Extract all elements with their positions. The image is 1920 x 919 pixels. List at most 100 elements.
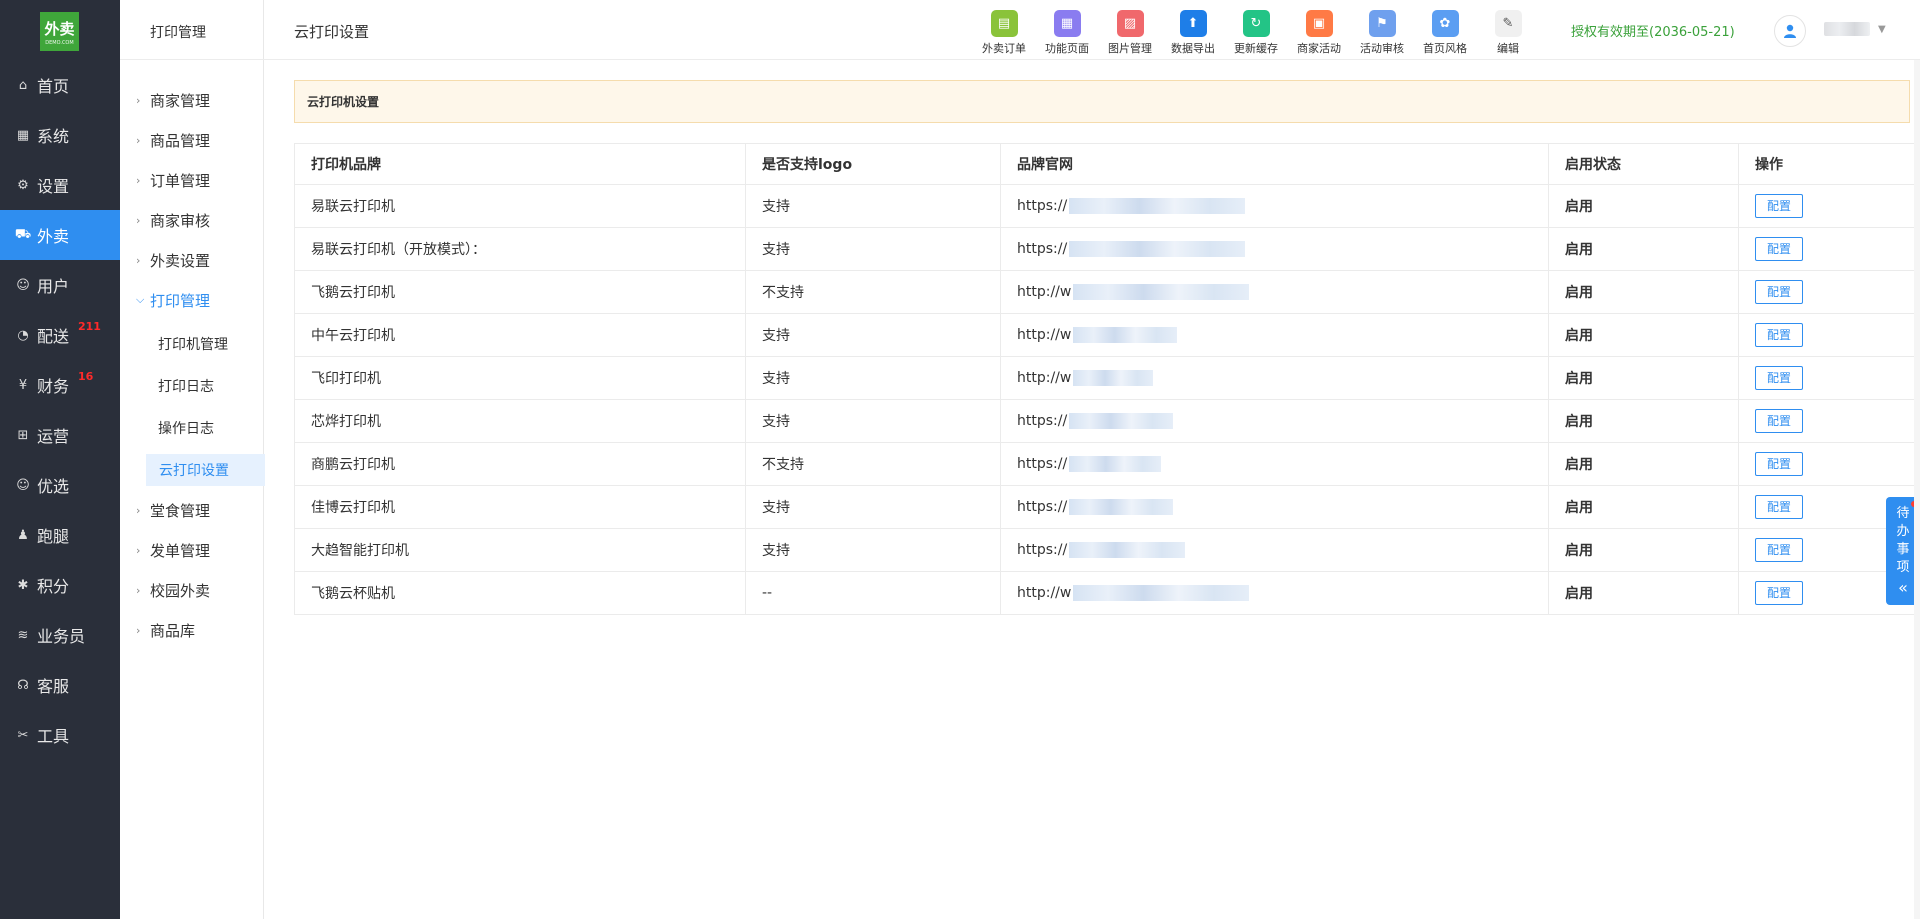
sidebar-item[interactable]: ♟ 跑腿	[0, 510, 120, 560]
subnav-item[interactable]: 操作日志	[145, 412, 264, 444]
toolbar-button[interactable]: ▣ 商家活动	[1289, 10, 1349, 56]
todo-label: 待办事项	[1896, 506, 1910, 575]
printer-brand-cell: 易联云打印机（开放模式）：	[294, 227, 746, 271]
action-cell: 配置	[1738, 442, 1920, 486]
configure-button[interactable]: 配置	[1755, 452, 1803, 476]
username-redacted[interactable]	[1824, 22, 1870, 36]
column-header: 打印机品牌	[294, 143, 746, 185]
toolbar-button[interactable]: ▦ 功能页面	[1037, 10, 1097, 56]
subnav-group[interactable]: › 商品管理	[120, 124, 264, 156]
sidebar-item[interactable]: ✂ 工具	[0, 710, 120, 760]
subnav-group[interactable]: › 订单管理	[120, 164, 264, 196]
pen-icon: ✎	[1494, 10, 1522, 37]
status-badge: 启用	[1548, 571, 1739, 615]
printer-table: 打印机品牌 是否支持logo 品牌官网 启用状态 操作 易联云打印机 支持 http…	[294, 143, 1920, 615]
sidebar-item[interactable]: ☊ 客服	[0, 660, 120, 710]
toolbar-button[interactable]: ⬆ 数据导出	[1163, 10, 1223, 56]
sidebar-item[interactable]: ✱ 积分	[0, 560, 120, 610]
action-cell: 配置	[1738, 227, 1920, 271]
brand-site-link[interactable]: https://	[1017, 241, 1067, 257]
subnav-group[interactable]: › 商家审核	[120, 204, 264, 236]
brand-site-link[interactable]: http://w	[1017, 284, 1071, 300]
configure-button[interactable]: 配置	[1755, 323, 1803, 347]
subnav-item[interactable]: 打印日志	[145, 370, 264, 402]
subnav-group[interactable]: › 堂食管理	[120, 494, 264, 526]
avatar[interactable]	[1774, 15, 1806, 47]
sidebar-item[interactable]: ¥ 财务 16	[0, 360, 120, 410]
subnav-group-label: 商家管理	[150, 91, 211, 110]
brand-site-link[interactable]: http://w	[1017, 327, 1071, 343]
redacted-url	[1069, 542, 1186, 558]
subnav-item[interactable]: 云打印设置	[146, 454, 265, 486]
configure-button[interactable]: 配置	[1755, 409, 1803, 433]
configure-button[interactable]: 配置	[1755, 538, 1803, 562]
user-icon: ☺	[16, 277, 30, 293]
subnav-group[interactable]: › 外卖设置	[120, 244, 264, 276]
printer-brand-cell: 中午云打印机	[294, 313, 746, 357]
main-sidebar: 外卖 DEMO.COM ⌂ 首页 ▦ 系统 ⚙ 设置 ⛟ 外卖 ☺ 用户 ◔ 配送 211 ¥ 财务 16 ⊞ 运…	[0, 0, 120, 919]
table-row: 飞鹅云打印机 不支持 http://w 启用 配置	[294, 270, 1920, 314]
toolbar-button[interactable]: ✿ 首页风格	[1415, 10, 1475, 56]
brand-site-link[interactable]: http://w	[1017, 585, 1071, 601]
sidebar-item[interactable]: ☺ 优选	[0, 460, 120, 510]
sidebar-item[interactable]: ▦ 系统	[0, 110, 120, 160]
sidebar-item[interactable]: ⌂ 首页	[0, 60, 120, 110]
brand-site-cell: http://w	[1000, 313, 1549, 357]
sidebar-item[interactable]: ⊞ 运营	[0, 410, 120, 460]
configure-button[interactable]: 配置	[1755, 237, 1803, 261]
configure-button[interactable]: 配置	[1755, 280, 1803, 304]
status-badge: 启用	[1548, 184, 1739, 228]
configure-button[interactable]: 配置	[1755, 581, 1803, 605]
column-header: 启用状态	[1548, 143, 1739, 185]
brand-site-link[interactable]: https://	[1017, 198, 1067, 214]
logo-support-cell: 支持	[745, 227, 1001, 271]
toolbar-button[interactable]: ⚑ 活动审核	[1352, 10, 1412, 56]
table-row: 飞印打印机 支持 http://w 启用 配置	[294, 356, 1920, 400]
status-badge: 启用	[1548, 313, 1739, 357]
toolbar-button[interactable]: ▤ 外卖订单	[974, 10, 1034, 56]
subnav-group[interactable]: › 商家管理	[120, 84, 264, 116]
flag-icon: ⚑	[1368, 10, 1396, 37]
sidebar-item[interactable]: ◔ 配送 211	[0, 310, 120, 360]
subnav-item[interactable]: 打印机管理	[145, 328, 264, 360]
brand-site-link[interactable]: https://	[1017, 413, 1067, 429]
subnav-group-label: 外卖设置	[150, 251, 211, 270]
subnav-group[interactable]: › 校园外卖	[120, 574, 264, 606]
subnav-group[interactable]: › 发单管理	[120, 534, 264, 566]
sidebar-item[interactable]: ≋ 业务员	[0, 610, 120, 660]
sidebar-item[interactable]: ⚙ 设置	[0, 160, 120, 210]
chevron-down-icon[interactable]: ▼	[1878, 24, 1886, 35]
brand-site-link[interactable]: https://	[1017, 456, 1067, 472]
subnav-group[interactable]: ⌵ 打印管理	[120, 284, 264, 316]
status-badge: 启用	[1548, 356, 1739, 400]
sidebar-item[interactable]: ⛟ 外卖	[0, 210, 120, 260]
redacted-url	[1073, 327, 1178, 343]
redacted-url	[1073, 370, 1154, 386]
toolbar-button[interactable]: ↻ 更新缓存	[1226, 10, 1286, 56]
configure-button[interactable]: 配置	[1755, 194, 1803, 218]
redacted-url	[1069, 241, 1246, 257]
divider	[120, 59, 264, 60]
subnav-group[interactable]: › 商品库	[120, 614, 264, 646]
subnav-group-label: 订单管理	[150, 171, 211, 190]
toolbar-button[interactable]: ✎ 编辑	[1478, 10, 1538, 56]
brand-site-link[interactable]: https://	[1017, 542, 1067, 558]
sidebar-item[interactable]: ☺ 用户	[0, 260, 120, 310]
toolbar-button[interactable]: ▨ 图片管理	[1100, 10, 1160, 56]
toolbar-button-label: 商家活动	[1297, 42, 1341, 55]
table-row: 飞鹅云杯贴机 -- http://w 启用 配置	[294, 571, 1920, 615]
brand-site-link[interactable]: http://w	[1017, 370, 1071, 386]
toolbar-button-label: 功能页面	[1045, 42, 1089, 55]
table-row: 大趋智能打印机 支持 https:// 启用 配置	[294, 528, 1920, 572]
sidebar-item-label: 工具	[37, 727, 70, 746]
app-logo[interactable]: 外卖 DEMO.COM	[40, 12, 79, 51]
configure-button[interactable]: 配置	[1755, 366, 1803, 390]
brand-site-link[interactable]: https://	[1017, 499, 1067, 515]
redacted-url	[1073, 284, 1250, 300]
chevron-right-icon: ›	[136, 583, 141, 597]
receipt-icon: ▤	[990, 10, 1018, 37]
configure-button[interactable]: 配置	[1755, 495, 1803, 519]
scrollbar[interactable]	[1914, 60, 1920, 919]
license-text: 授权有效期至(2036-05-21)	[1571, 25, 1735, 40]
page-title: 云打印设置	[294, 23, 370, 41]
